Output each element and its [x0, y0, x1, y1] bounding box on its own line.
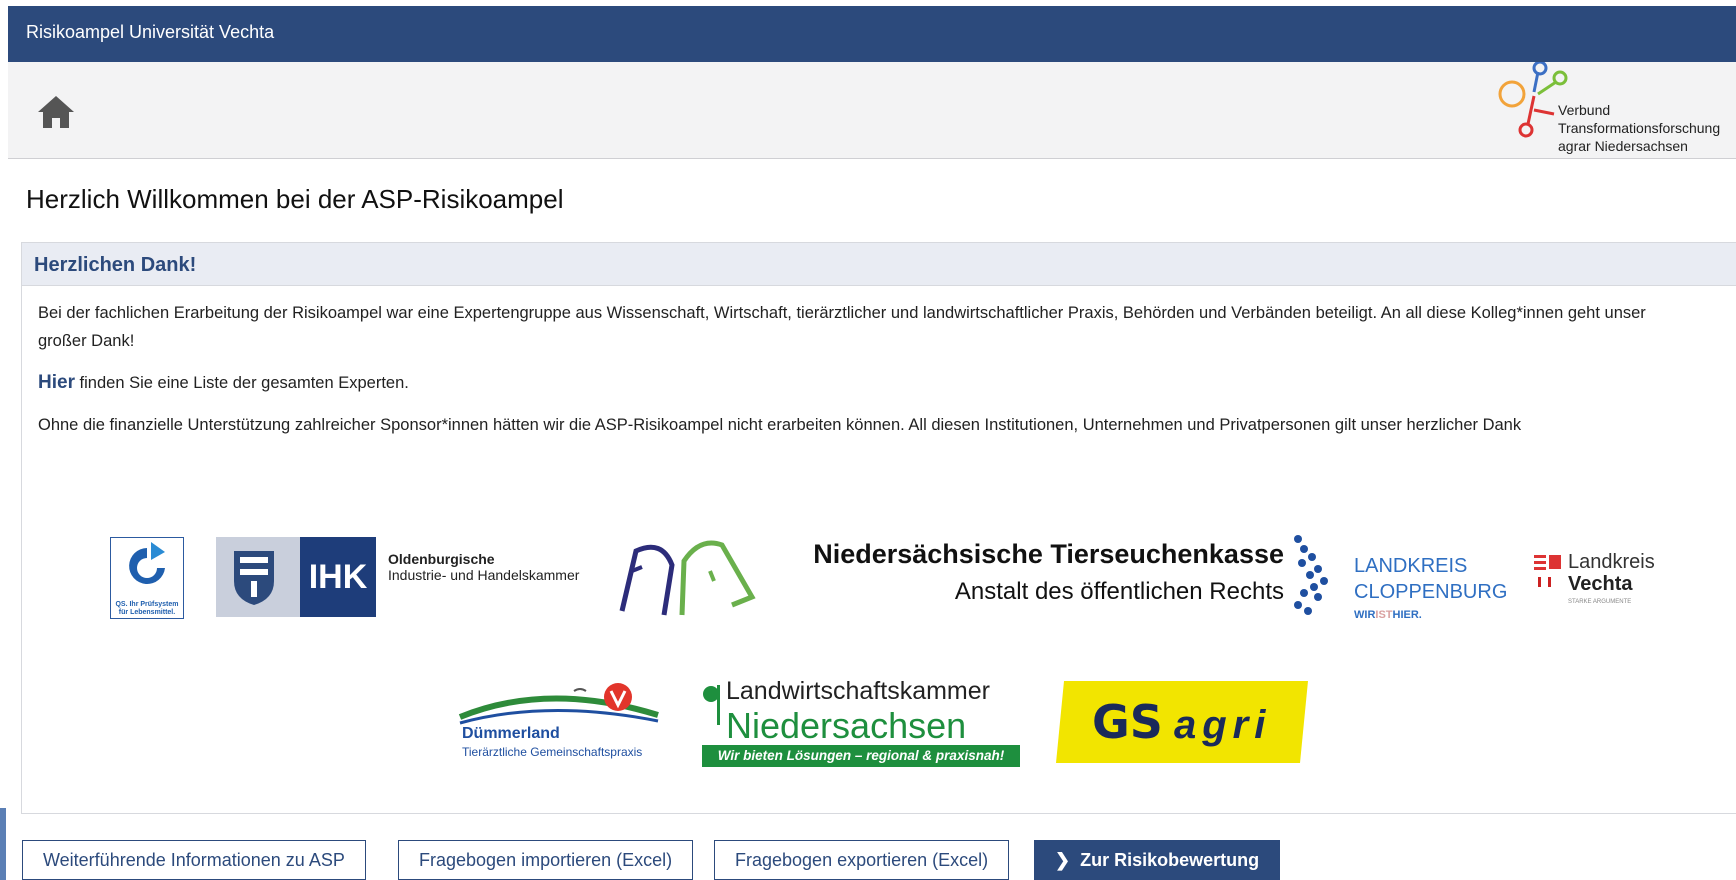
- page-title: Herzlich Willkommen bei der ASP-Risikoam…: [26, 184, 564, 214]
- asp-info-button[interactable]: Weiterführende Informationen zu ASP: [22, 840, 366, 880]
- duemmer-line-2: Tierärztliche Gemeinschaftspraxis: [462, 745, 643, 759]
- gs-text: GS: [1092, 695, 1163, 749]
- vechta-line-1: Landkreis: [1568, 551, 1655, 573]
- experts-paragraph: Hier finden Sie eine Liste der gesamten …: [38, 369, 1688, 397]
- clp-slogan-b: IST: [1375, 609, 1393, 621]
- duemmer-line-1: Dümmerland: [462, 725, 560, 742]
- cloppenburg-logo: LANDKREIS CLOPPENBURG WIRISTHIER.: [1288, 533, 1508, 623]
- tsk-name: Niedersächsische Tierseuchenkasse: [813, 539, 1284, 569]
- experts-list-link[interactable]: Hier: [38, 372, 75, 393]
- home-icon[interactable]: [36, 94, 76, 130]
- side-tab: [0, 808, 6, 880]
- risk-assessment-label: Zur Risikobewertung: [1080, 850, 1260, 870]
- ihk-name-1: Oldenburgische: [388, 551, 495, 567]
- lwk-logo: Landwirtschaftskammer Niedersachsen Wir …: [702, 677, 1042, 767]
- top-bar: Risikoampel Universität Vechta: [8, 6, 1736, 62]
- clp-slogan-a: WIR: [1354, 609, 1376, 621]
- ihk-logo: IHK: [216, 537, 376, 617]
- ihk-name: Oldenburgische Industrie- und Handelskam…: [388, 551, 579, 583]
- lwk-line-2: Niedersachsen: [726, 705, 967, 746]
- qs-line-2: für Lebensmittel.: [118, 609, 176, 616]
- sponsors-paragraph: Ohne die finanzielle Unterstützung zahlr…: [38, 416, 1522, 434]
- qs-line-1: QS. Ihr Prüfsystem: [115, 601, 179, 608]
- lwk-line-3: Wir bieten Lösungen – regional & praxisn…: [702, 745, 1020, 767]
- qs-logo: QS. Ihr Prüfsystem für Lebensmittel.: [110, 537, 184, 619]
- risk-assessment-button[interactable]: ❯ Zur Risikobewertung: [1034, 840, 1281, 880]
- thanks-paragraph-1: Bei der fachlichen Erarbeitung der Risik…: [38, 304, 1646, 350]
- lwk-line-1: Landwirtschaftskammer: [726, 677, 990, 705]
- partner-logo-line-1: Verbund: [1558, 102, 1611, 118]
- duemmerland-logo: Dümmerland Tierärztliche Gemeinschaftspr…: [458, 679, 668, 759]
- chevron-right-icon: ❯: [1055, 850, 1071, 870]
- app-title: Risikoampel Universität Vechta: [26, 22, 275, 42]
- vechta-logo: Landkreis Vechta STARKE ARGUMENTE: [1534, 551, 1734, 611]
- clp-line-2: CLOPPENBURG: [1354, 581, 1508, 603]
- ihk-name-2: Industrie- und Handelskammer: [388, 567, 580, 583]
- panel-header: Herzlichen Dank!: [22, 243, 1736, 286]
- tsk-sub: Anstalt des öffentlichen Rechts: [954, 578, 1284, 605]
- clp-slogan-c: HIER.: [1392, 609, 1422, 621]
- vechta-line-2: Vechta: [1568, 573, 1633, 595]
- clp-line-1: LANDKREIS: [1354, 555, 1468, 577]
- partner-logo-line-3: agrar Niedersachsen: [1558, 138, 1688, 154]
- export-questionnaire-button[interactable]: Fragebogen exportieren (Excel): [714, 840, 1010, 880]
- tierseuchenkasse-logo: Niedersächsische Tierseuchenkasse Anstal…: [784, 539, 1284, 606]
- ihk-text: IHK: [300, 537, 376, 617]
- panel-title: Herzlichen Dank!: [34, 254, 197, 276]
- agri-text: agri: [1174, 703, 1272, 747]
- gsagri-logo: GS agri: [1056, 681, 1308, 763]
- nav-bar: Verbund Transformationsforschung agrar N…: [8, 62, 1736, 159]
- thanks-panel: Herzlichen Dank! Bei der fachlichen Erar…: [21, 242, 1736, 814]
- partner-logo: Verbund Transformationsforschung agrar N…: [1488, 62, 1736, 158]
- tierseuchenkasse-horse-logo: [602, 531, 762, 628]
- experts-paragraph-text: finden Sie eine Liste der gesamten Exper…: [74, 374, 409, 392]
- import-questionnaire-button[interactable]: Fragebogen importieren (Excel): [398, 840, 694, 880]
- partner-logo-line-2: Transformationsforschung: [1558, 120, 1721, 136]
- vechta-line-3: STARKE ARGUMENTE: [1568, 599, 1632, 605]
